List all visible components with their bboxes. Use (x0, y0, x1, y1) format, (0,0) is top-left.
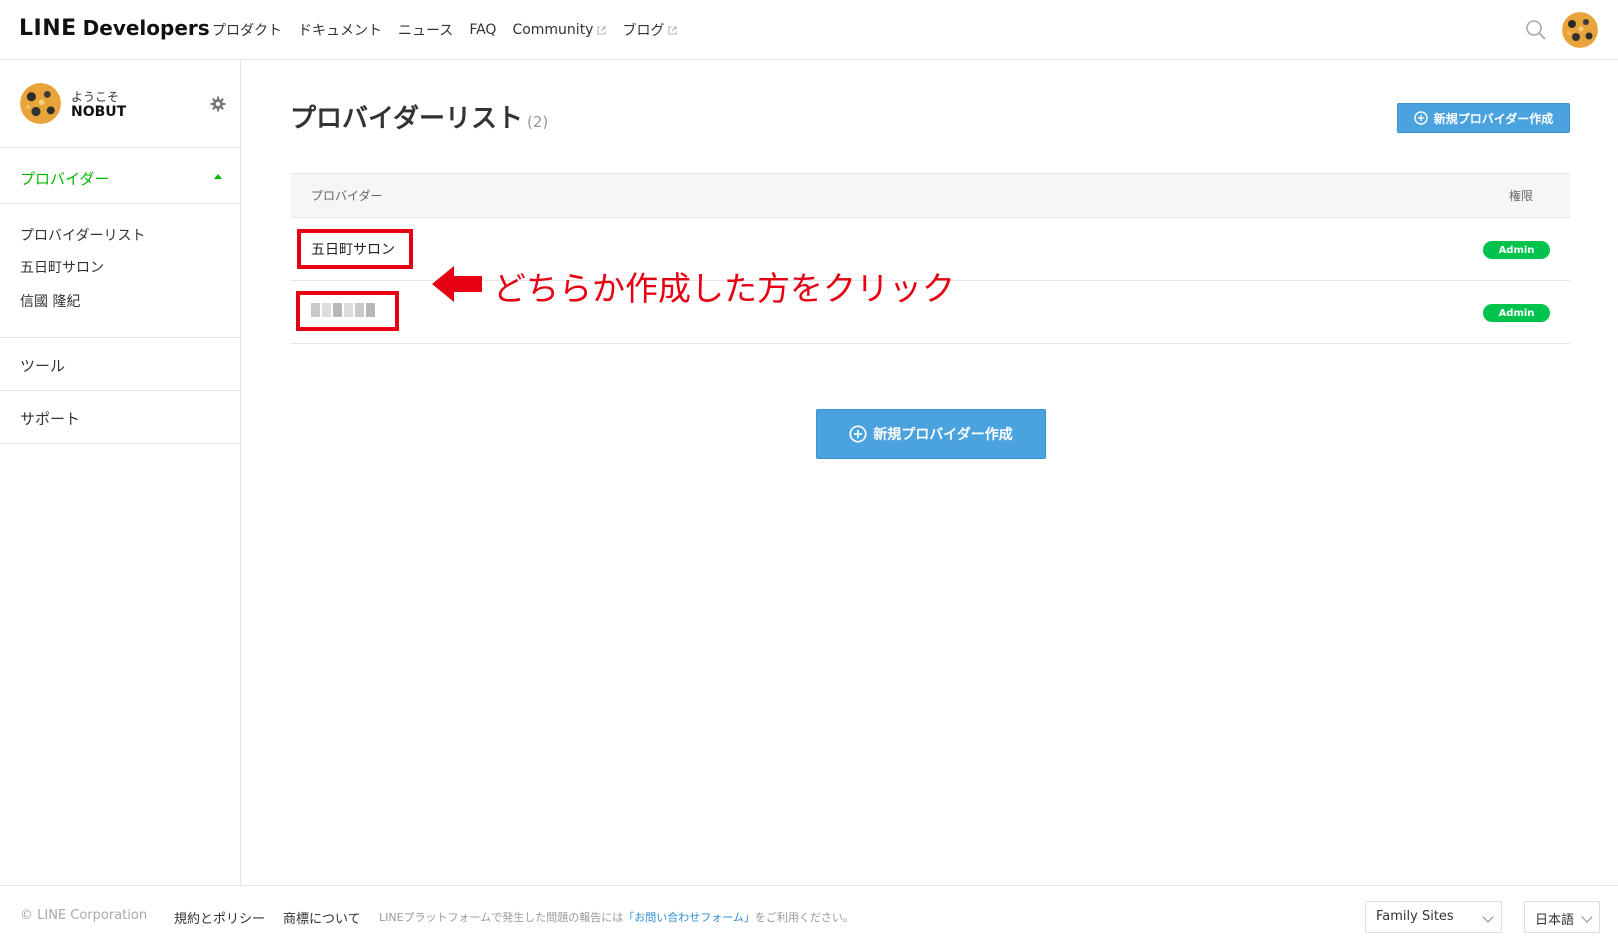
highlight-box-provider-1 (297, 229, 413, 269)
language-label: 日本語 (1535, 913, 1575, 928)
table-header: プロバイダー 権限 (291, 173, 1570, 218)
sidebar-section-provider[interactable]: プロバイダー (0, 148, 240, 204)
role-badge: Admin (1483, 304, 1550, 322)
search-icon[interactable] (1525, 19, 1547, 41)
contact-form-link[interactable]: 「お問い合わせフォーム」 (623, 911, 755, 924)
column-header-role: 権限 (1509, 189, 1534, 203)
nav-item-blog[interactable]: ブログ (622, 20, 678, 40)
sidebar-provider-list: プロバイダーリスト 五日町サロン 信國 隆紀 (0, 204, 240, 338)
sidebar-section-provider-label: プロバイダー (20, 170, 110, 188)
username: NOBUT (71, 104, 127, 120)
provider-table: プロバイダー 権限 五日町サロン Admin Admin (291, 173, 1570, 344)
logo-line-text: LINE (19, 16, 77, 41)
page-title: プロバイダーリスト (2) (290, 98, 548, 135)
welcome-text: ようこそ (71, 90, 120, 104)
nav-label: ドキュメント (298, 23, 382, 39)
plus-circle-icon (1414, 111, 1428, 125)
annotation-arrow-left-icon (432, 266, 482, 302)
page-title-text: プロバイダーリスト (290, 104, 523, 134)
sidebar-section-support-label: サポート (20, 410, 81, 428)
footer-link-trademark[interactable]: 商標について (283, 908, 361, 927)
line-developers-logo[interactable]: LINE Developers (19, 16, 210, 41)
chevron-down-icon (1482, 911, 1494, 923)
logo-developers-text: Developers (82, 16, 210, 40)
gear-icon[interactable] (210, 96, 226, 112)
nav-label: ブログ (622, 23, 665, 39)
top-nav: プロダクト ドキュメント ニュース FAQ Community ブログ (212, 20, 678, 40)
sidebar-section-support[interactable]: サポート (0, 391, 240, 444)
family-sites-label: Family Sites (1376, 909, 1454, 924)
top-header: LINE Developers プロダクト ドキュメント ニュース FAQ Com… (0, 0, 1618, 60)
footer-note-suffix: をご利用ください。 (754, 911, 854, 924)
sidebar-item-provider-list[interactable]: プロバイダーリスト (20, 225, 145, 245)
annotation-text: どちらか作成した方をクリック (493, 269, 955, 308)
sidebar-item-provider-2[interactable]: 信國 隆紀 (20, 291, 80, 311)
nav-label: Community (512, 22, 594, 38)
sidebar-avatar (20, 83, 61, 124)
highlight-box-provider-2 (296, 291, 399, 331)
new-provider-button[interactable]: 新規プロバイダー作成 (1397, 103, 1570, 133)
nav-item-faq[interactable]: FAQ (469, 20, 496, 40)
nav-label: プロダクト (212, 23, 282, 39)
language-select[interactable]: 日本語 (1524, 901, 1600, 933)
chevron-down-icon (1581, 911, 1593, 923)
footer: © LINE Corporation 規約とポリシー 商標について LINEプラ… (0, 885, 1618, 945)
new-provider-button-center[interactable]: 新規プロバイダー作成 (816, 409, 1046, 459)
plus-circle-icon (849, 425, 867, 443)
sidebar-section-tools[interactable]: ツール (0, 338, 240, 391)
nav-item-documents[interactable]: ドキュメント (298, 20, 382, 40)
copyright: © LINE Corporation (20, 908, 148, 923)
new-provider-button-center-label: 新規プロバイダー作成 (873, 427, 1013, 443)
sidebar-user-panel: ようこそ NOBUT (0, 60, 240, 148)
nav-item-community[interactable]: Community (512, 20, 607, 40)
sidebar-section-tools-label: ツール (20, 357, 66, 375)
footer-link-terms[interactable]: 規約とポリシー (174, 908, 265, 927)
nav-label: ニュース (398, 23, 454, 39)
footer-note-prefix: LINEプラットフォームで発生した問題の報告には (379, 911, 624, 924)
external-link-icon (668, 25, 678, 35)
role-badge: Admin (1483, 241, 1550, 259)
footer-note: LINEプラットフォームで発生した問題の報告には「お問い合わせフォーム」をご利用… (379, 909, 854, 925)
nav-item-product[interactable]: プロダクト (212, 20, 282, 40)
caret-up-icon (214, 174, 222, 179)
sidebar: ようこそ NOBUT プロバイダー プロバイダーリスト 五日町サロン 信國 隆紀… (0, 60, 241, 885)
family-sites-select[interactable]: Family Sites (1365, 901, 1502, 933)
external-link-icon (597, 25, 607, 35)
column-header-provider: プロバイダー (311, 189, 383, 203)
nav-item-news[interactable]: ニュース (398, 20, 453, 40)
new-provider-button-label: 新規プロバイダー作成 (1433, 111, 1554, 126)
provider-count: (2) (526, 113, 549, 131)
nav-label: FAQ (469, 22, 497, 38)
sidebar-item-provider-1[interactable]: 五日町サロン (20, 257, 104, 277)
user-avatar[interactable] (1562, 12, 1598, 48)
